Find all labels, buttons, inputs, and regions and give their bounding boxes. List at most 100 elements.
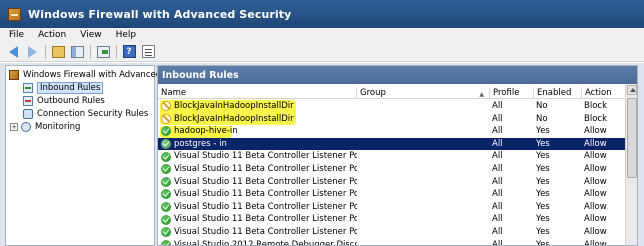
tree-item-label: Connection Security Rules — [37, 109, 149, 119]
rule-name-cell: Visual Studio 11 Beta Controller Listene… — [161, 163, 357, 176]
menu-action[interactable]: Action — [38, 30, 66, 40]
column-header-label: Name — [161, 88, 187, 98]
table-row[interactable]: Visual Studio 11 Beta Controller Listene… — [158, 150, 626, 163]
rule-enabled: Yes — [536, 126, 550, 137]
tree-item-outbound-rules[interactable]: Outbound Rules — [23, 95, 105, 107]
toolbar-separator — [45, 44, 46, 59]
rule-group — [359, 239, 489, 245]
rule-name: Visual Studio 11 Beta Controller Listene… — [174, 226, 357, 237]
inbound-rules-icon — [23, 83, 33, 93]
rule-name: BlockJavaInHadoopInstallDir — [174, 113, 294, 124]
connection-security-icon — [23, 109, 33, 119]
rule-enabled: Yes — [536, 176, 550, 187]
toolbar-separator — [116, 44, 117, 59]
table-row[interactable]: Visual Studio 2012 Remote Debugger Disco… — [158, 239, 626, 245]
rule-action: Allow — [584, 151, 607, 162]
title-bar: Windows Firewall with Advanced Security — [0, 0, 644, 28]
menu-file[interactable]: File — [9, 30, 24, 40]
allow-rule-icon — [161, 202, 171, 213]
rule-enabled: Yes — [536, 163, 550, 174]
rule-name: postgres - in — [174, 138, 227, 149]
tree-item-inbound-rules[interactable]: Inbound Rules — [23, 82, 104, 94]
vertical-scrollbar[interactable] — [625, 84, 637, 245]
allow-rule-icon — [161, 214, 171, 225]
rule-profile: All — [492, 126, 503, 137]
export-icon — [96, 45, 110, 58]
rule-group — [359, 150, 489, 163]
column-header-enabled[interactable]: Enabled — [534, 87, 582, 99]
rule-profile: All — [492, 201, 503, 212]
scroll-up-button[interactable] — [627, 85, 637, 95]
tree-item-connection-security-rules[interactable]: Connection Security Rules — [23, 108, 148, 120]
table-row[interactable]: hadoop-hive-in All Yes Allow — [158, 125, 626, 138]
rule-profile: All — [492, 101, 503, 111]
monitoring-icon — [21, 122, 31, 132]
column-header-action[interactable]: Action — [582, 87, 626, 99]
tree-item-root[interactable]: Windows Firewall with Advanced S — [9, 69, 169, 81]
rule-profile: All — [492, 176, 503, 187]
rule-action: Allow — [584, 189, 607, 200]
outbound-rules-icon — [23, 96, 33, 106]
allow-rule-icon — [161, 239, 171, 245]
table-row[interactable]: Visual Studio 11 Beta Controller Listene… — [158, 213, 626, 226]
rule-name-cell: postgres - in — [161, 138, 357, 151]
rule-action: Allow — [584, 176, 607, 187]
rule-enabled: Yes — [536, 151, 550, 162]
column-header-row: Name Group ▲ Profile Enabled Action — [158, 87, 626, 99]
rule-group — [359, 100, 489, 113]
table-row[interactable]: BlockJavaInHadoopInstallDir All No Block — [158, 100, 626, 113]
rule-enabled: Yes — [536, 226, 550, 237]
tree-item-label: Inbound Rules — [37, 82, 104, 94]
table-row[interactable]: Visual Studio 11 Beta Controller Listene… — [158, 176, 626, 189]
allow-rule-icon — [161, 176, 171, 187]
rule-group — [359, 113, 489, 126]
toolbar-separator — [90, 44, 91, 59]
tree-root-label: Windows Firewall with Advanced S — [23, 70, 170, 80]
back-button[interactable] — [5, 44, 21, 60]
export-list-button[interactable] — [95, 44, 111, 60]
rule-action: Allow — [584, 226, 607, 237]
table-row[interactable]: Visual Studio 11 Beta Controller Listene… — [158, 163, 626, 176]
rule-enabled: No — [536, 101, 548, 111]
rule-group — [359, 176, 489, 189]
column-header-profile[interactable]: Profile — [490, 87, 534, 99]
rule-name: hadoop-hive-in — [174, 126, 238, 137]
rule-group — [359, 138, 489, 151]
rule-group — [359, 213, 489, 226]
column-header-name[interactable]: Name — [158, 87, 357, 99]
table-row[interactable]: BlockJavaInHadoopInstallDir All No Block — [158, 113, 626, 126]
forward-button[interactable] — [24, 44, 40, 60]
help-button[interactable]: ? — [121, 44, 137, 60]
allow-rule-icon — [161, 151, 171, 162]
table-row[interactable]: Visual Studio 11 Beta Controller Listene… — [158, 226, 626, 239]
column-header-label: Group — [360, 88, 386, 98]
rule-name-cell: Visual Studio 11 Beta Controller Listene… — [161, 213, 357, 226]
menu-view[interactable]: View — [80, 30, 101, 40]
properties-icon — [141, 45, 155, 58]
rule-enabled: Yes — [536, 201, 550, 212]
table-row[interactable]: Visual Studio 11 Beta Controller Listene… — [158, 188, 626, 201]
rule-action: Allow — [584, 214, 607, 225]
up-level-button[interactable] — [50, 44, 66, 60]
column-header-label: Profile — [493, 88, 520, 98]
firewall-app-icon — [8, 7, 21, 21]
rule-group — [359, 226, 489, 239]
show-hide-tree-button[interactable] — [69, 44, 85, 60]
forward-arrow-icon — [27, 45, 37, 58]
column-header-group[interactable]: Group ▲ — [357, 87, 490, 99]
rule-profile: All — [492, 151, 503, 162]
expand-monitoring-toggle[interactable]: + — [10, 123, 18, 131]
table-row[interactable]: postgres - in All Yes Allow — [158, 137, 626, 151]
properties-button[interactable] — [140, 44, 156, 60]
menu-help[interactable]: Help — [116, 30, 137, 40]
rule-group — [359, 125, 489, 138]
allow-rule-icon — [161, 139, 171, 150]
allow-rule-icon — [161, 227, 171, 238]
rule-profile: All — [492, 138, 503, 149]
scroll-thumb[interactable] — [627, 98, 637, 178]
help-icon: ? — [122, 45, 136, 58]
rule-name: Visual Studio 11 Beta Controller Listene… — [174, 201, 357, 212]
firewall-root-icon — [9, 70, 19, 80]
table-row[interactable]: Visual Studio 11 Beta Controller Listene… — [158, 201, 626, 214]
tree-item-monitoring[interactable]: + Monitoring — [10, 121, 80, 133]
